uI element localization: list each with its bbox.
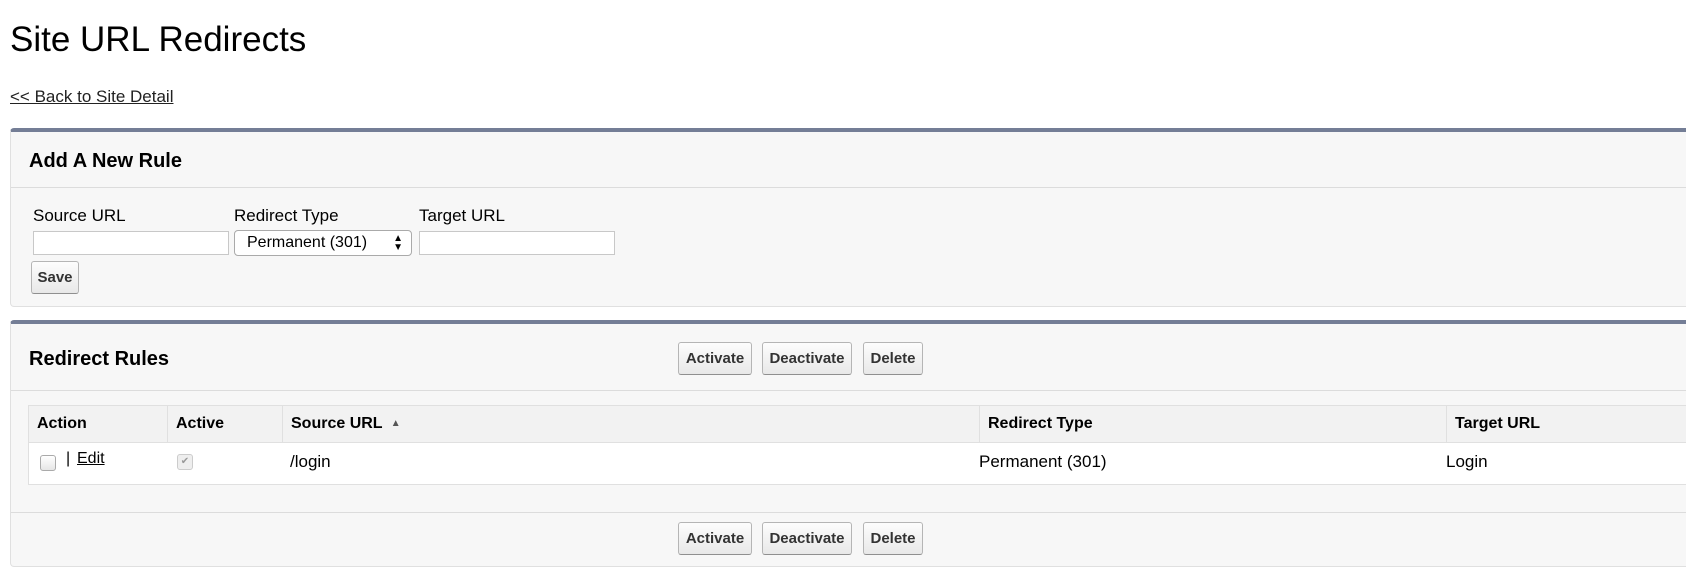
table-header: Action Active Source URL ▲ Redirect Type… (29, 406, 1686, 443)
active-checkbox: ✔ (177, 454, 193, 470)
activate-button-top[interactable]: Activate (678, 342, 752, 375)
column-source-url-label: Source URL (291, 415, 383, 432)
column-redirect-type: Redirect Type (979, 406, 1093, 442)
column-source-url[interactable]: Source URL ▲ (282, 406, 401, 442)
back-to-site-detail-link[interactable]: << Back to Site Detail (10, 87, 173, 107)
redirect-type-select[interactable]: Permanent (301) ▲ ▼ (234, 230, 412, 256)
divider (11, 512, 1686, 513)
redirect-rules-title: Redirect Rules (29, 348, 170, 370)
redirect-type-label: Redirect Type (234, 206, 339, 225)
add-rule-title: Add A New Rule (29, 150, 182, 172)
select-arrows-icon: ▲ ▼ (393, 233, 403, 253)
column-target-url: Target URL (1446, 406, 1540, 442)
redirect-type-value: Permanent (301) (247, 234, 368, 251)
target-url-cell: Login (1446, 452, 1488, 471)
target-url-label: Target URL (419, 206, 505, 225)
source-url-label: Source URL (33, 206, 126, 225)
deactivate-button-bottom[interactable]: Deactivate (762, 522, 852, 555)
column-action: Action (37, 415, 87, 432)
redirect-type-cell: Permanent (301) (979, 452, 1107, 471)
activate-button-bottom[interactable]: Activate (678, 522, 752, 555)
sort-ascending-icon: ▲ (390, 418, 401, 429)
deactivate-button-top[interactable]: Deactivate (762, 342, 852, 375)
redirect-rules-panel: Redirect Rules Activate Deactivate Delet… (10, 320, 1686, 567)
column-active: Active (167, 406, 224, 442)
page-title: Site URL Redirects (10, 20, 307, 59)
row-select-checkbox[interactable] (40, 455, 56, 471)
save-button[interactable]: Save (31, 261, 79, 294)
divider (11, 390, 1686, 391)
redirect-rules-table: Action Active Source URL ▲ Redirect Type… (28, 405, 1686, 485)
delete-button-bottom[interactable]: Delete (863, 522, 923, 555)
add-rule-panel: Add A New Rule Source URL Redirect Type … (10, 128, 1686, 307)
target-url-input[interactable] (419, 231, 615, 255)
source-url-input[interactable] (33, 231, 229, 255)
divider (11, 187, 1686, 188)
delete-button-top[interactable]: Delete (863, 342, 923, 375)
action-separator: | (66, 450, 71, 467)
edit-link[interactable]: Edit (77, 450, 105, 468)
source-url-cell: /login (290, 452, 331, 471)
